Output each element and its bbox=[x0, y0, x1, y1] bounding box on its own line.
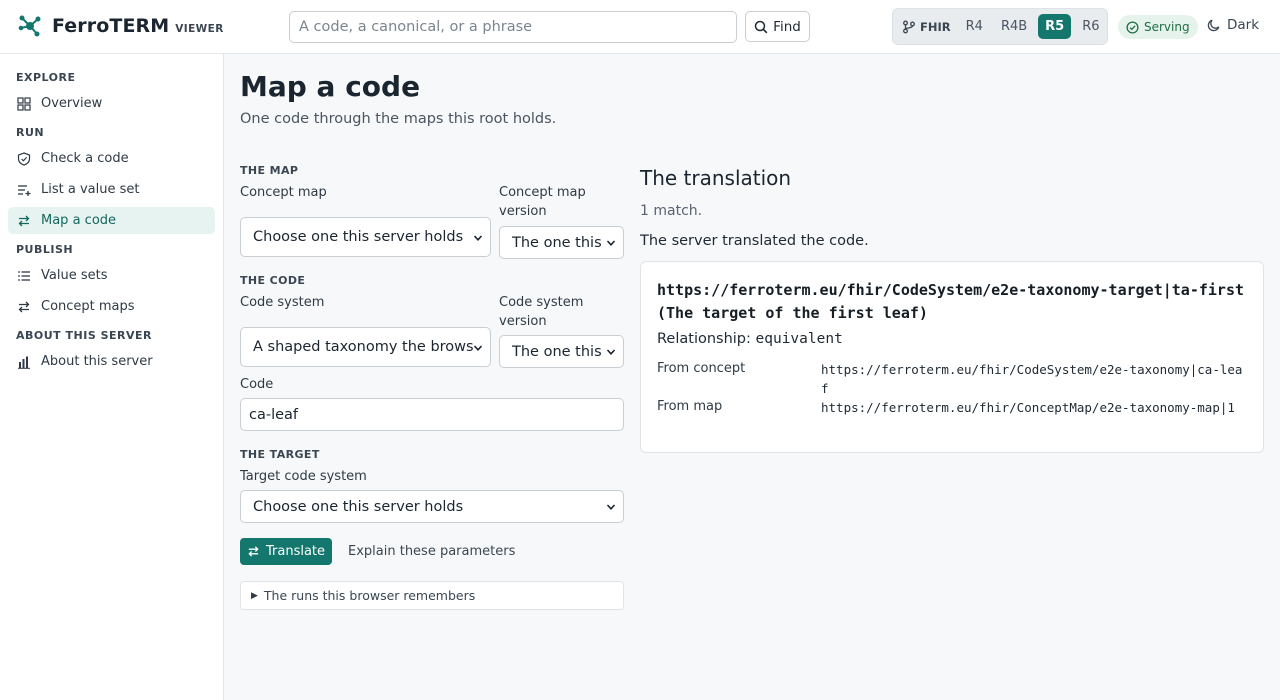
relationship-value: equivalent bbox=[755, 331, 843, 347]
sidebar-section-about: ABOUT THIS SERVER bbox=[16, 329, 152, 342]
sidebar-item-label: Check a code bbox=[41, 151, 129, 166]
molecule-logo-icon bbox=[18, 15, 41, 37]
version-r5[interactable]: R5 bbox=[1038, 14, 1072, 39]
concept-map-value: Choose one this server holds bbox=[253, 229, 464, 245]
moon-icon bbox=[1207, 19, 1220, 32]
target-code-system-select[interactable]: Choose one this server holds bbox=[240, 490, 624, 523]
shield-check-icon bbox=[17, 151, 31, 166]
chevron-down-icon bbox=[473, 345, 483, 351]
code-system-version-label: Code system version bbox=[499, 295, 584, 329]
arrows-swap-icon bbox=[18, 215, 30, 226]
search-input[interactable] bbox=[289, 11, 737, 43]
sidebar-item-about-server[interactable]: About this server bbox=[8, 348, 215, 375]
find-button[interactable]: Find bbox=[745, 11, 810, 42]
find-label: Find bbox=[773, 18, 801, 35]
result-count: 1 match. bbox=[640, 203, 703, 219]
code-system-value: A shaped taxonomy the brows bbox=[253, 339, 474, 355]
sidebar-section-run: RUN bbox=[16, 126, 45, 139]
target-code-system-label: Target code system bbox=[240, 469, 367, 484]
sidebar-item-list-value-set[interactable]: List a value set bbox=[8, 176, 215, 203]
branch-icon bbox=[903, 20, 915, 33]
translate-button[interactable]: Translate bbox=[240, 538, 332, 565]
top-bar: FerroTERM VIEWER Find FHIR R4 R4B R5 R6 bbox=[0, 0, 1280, 54]
code-system-label: Code system bbox=[240, 295, 325, 310]
chevron-down-icon bbox=[606, 240, 616, 246]
sidebar-item-label: Value sets bbox=[41, 268, 108, 283]
translate-label: Translate bbox=[265, 544, 326, 559]
sidebar-item-label: List a value set bbox=[41, 182, 140, 197]
sidebar-item-overview[interactable]: Overview bbox=[8, 90, 215, 117]
from-map-value[interactable]: https://ferroterm.eu/fhir/ConceptMap/e2e… bbox=[821, 398, 1249, 417]
section-the-code: THE CODE bbox=[240, 274, 306, 287]
arrows-swap-icon bbox=[248, 546, 259, 557]
brand[interactable]: FerroTERM VIEWER bbox=[18, 14, 224, 38]
sidebar-item-label: Overview bbox=[41, 96, 103, 111]
translation-card: https://ferroterm.eu/fhir/CodeSystem/e2e… bbox=[640, 261, 1264, 453]
check-circle-icon bbox=[1126, 20, 1139, 34]
concept-map-label: Concept map bbox=[240, 185, 327, 200]
arrows-swap-icon bbox=[18, 301, 30, 312]
relationship-label: Relationship: bbox=[657, 331, 751, 347]
target-code-system-value: Choose one this server holds bbox=[253, 498, 464, 515]
from-concept-value[interactable]: https://ferroterm.eu/fhir/CodeSystem/e2e… bbox=[821, 360, 1249, 398]
bar-chart-icon bbox=[18, 356, 30, 369]
code-system-version-select[interactable]: The one this bbox=[499, 335, 624, 368]
result-title: The translation bbox=[640, 166, 792, 190]
concept-map-version-value: The one this bbox=[512, 234, 602, 251]
section-the-map: THE MAP bbox=[240, 164, 299, 177]
caret-right-icon: ▶ bbox=[251, 590, 258, 601]
version-r4b[interactable]: R4B bbox=[994, 14, 1034, 39]
theme-toggle-label: Dark bbox=[1227, 17, 1260, 33]
section-the-target: THE TARGET bbox=[240, 448, 320, 461]
concept-map-select[interactable]: Choose one this server holds bbox=[240, 217, 491, 257]
sidebar-item-label: Map a code bbox=[41, 213, 117, 228]
chevron-down-icon bbox=[473, 235, 483, 241]
code-system-select[interactable]: A shaped taxonomy the brows bbox=[240, 327, 491, 367]
fhir-version-switcher: FHIR R4 R4B R5 R6 bbox=[892, 8, 1108, 45]
sidebar-item-value-sets[interactable]: Value sets bbox=[8, 262, 215, 289]
run-history-toggle[interactable]: ▶ The runs this browser remembers bbox=[240, 581, 624, 610]
explain-parameters-link[interactable]: Explain these parameters bbox=[348, 544, 515, 559]
status-text: Serving bbox=[1144, 20, 1190, 34]
from-concept-label: From concept bbox=[657, 361, 746, 376]
run-history-label: The runs this browser remembers bbox=[263, 588, 476, 603]
relationship: Relationship: equivalent bbox=[657, 331, 843, 347]
sidebar-item-label: About this server bbox=[41, 354, 153, 369]
search-icon bbox=[754, 20, 768, 33]
list-add-icon bbox=[18, 184, 31, 196]
code-system-version-value: The one this bbox=[512, 343, 602, 360]
sidebar-section-explore: EXPLORE bbox=[16, 71, 76, 84]
brand-name: FerroTERM bbox=[52, 15, 170, 37]
status-badge: Serving bbox=[1118, 15, 1198, 39]
result-note: The server translated the code. bbox=[640, 233, 869, 249]
theme-toggle[interactable]: Dark bbox=[1207, 17, 1259, 33]
chevron-down-icon bbox=[606, 504, 616, 510]
page-subtitle: One code through the maps this root hold… bbox=[240, 111, 557, 127]
translation-target[interactable]: https://ferroterm.eu/fhir/CodeSystem/e2e… bbox=[657, 279, 1252, 325]
sidebar-item-label: Concept maps bbox=[41, 299, 135, 314]
page-title: Map a code bbox=[240, 70, 421, 103]
sidebar-item-map-code[interactable]: Map a code bbox=[8, 207, 215, 234]
sidebar-item-check-code[interactable]: Check a code bbox=[8, 145, 215, 172]
grid-icon bbox=[17, 96, 31, 111]
concept-map-version-select[interactable]: The one this bbox=[499, 226, 624, 259]
sidebar: EXPLORE Overview RUN Check a code List a… bbox=[0, 54, 224, 700]
list-icon bbox=[18, 270, 30, 281]
version-r4[interactable]: R4 bbox=[959, 14, 990, 39]
concept-map-version-label: Concept map version bbox=[499, 185, 586, 219]
code-input[interactable] bbox=[240, 398, 624, 431]
version-r6[interactable]: R6 bbox=[1075, 14, 1106, 39]
chevron-down-icon bbox=[606, 349, 616, 355]
from-map-label: From map bbox=[657, 399, 723, 414]
fhir-label: FHIR bbox=[902, 20, 951, 34]
code-label: Code bbox=[240, 377, 274, 392]
sidebar-item-concept-maps[interactable]: Concept maps bbox=[8, 293, 215, 320]
brand-subtitle: VIEWER bbox=[175, 22, 224, 35]
sidebar-section-publish: PUBLISH bbox=[16, 243, 74, 256]
